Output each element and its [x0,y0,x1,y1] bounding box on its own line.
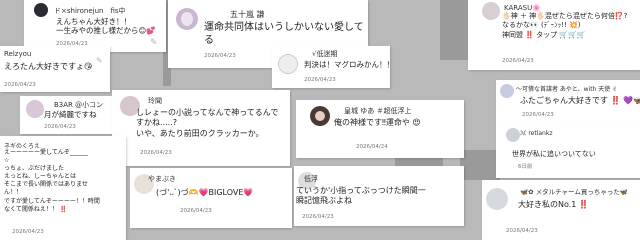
comment-date: 2026/04/24 [356,144,388,150]
comment-date: 2026/04/23 [304,77,336,83]
comment-card[interactable]: 皇城 ゆあ ＃超低浮上 俺の神様です‼︎運命や 😍 2026/04/24 [296,100,464,158]
commenter-name: ℳ retlankz [520,130,553,137]
commenter-name: ド×shironejun fis中 [54,7,126,15]
comment-date: 2026/04/23 [44,124,76,130]
commenter-name: B3AR @小コン [54,101,104,109]
commenter-name: 皇城 ゆあ ＃超低浮上 [344,107,412,115]
comment-text: ていうか'小指ってぶっつけた瞬間一 瞬記憶飛ぶよね [296,186,426,206]
avatar [482,2,500,20]
avatar [176,8,198,30]
comment-text: えんちゃん大好き！！ 一生みやの推し様だから😊💕 [56,17,156,36]
divider [440,0,468,60]
comment-card[interactable]: やまぶき (づ'᎑`)づ🫶💗BIGLOVE💗 2026/04/23 [130,168,292,228]
comment-card[interactable]: KARASU🌸 🖐🏻神 ＋ 神🖐🏻混ぜたら混ぜたら何倍⁉️? なるかな👀 (ﾃﾞ… [468,0,640,70]
comment-card[interactable]: ℳ retlankz 世界が私に追いついてない 6日前 [496,126,640,178]
comment-card[interactable]: ～可憐な首謀者 あやと、with 天使 ✌ ふたごちゃん大好きです ‼️ 💜🦋 … [496,80,640,128]
comment-text: しレょーの小説ってなんで神ってるんですかね.....? いや、あたり前田のクラッ… [136,108,279,138]
commenter-name: 五十嵐 謙 [230,10,265,19]
comment-date: 2026/04/23 [140,150,172,156]
comment-text: 世界が私に追いついてない [512,150,596,158]
commenter-name: Relzyou [4,50,32,58]
comment-text: えーーーーー愛してんぞ______ ☆ っちょ、ぶだけました えっとね、しーちゃ… [4,149,100,213]
commenter-name: 🦋✿ メタルチャーム買っちゃった🦋 [520,188,628,196]
comment-date: 2026/04/23 [180,208,212,214]
comment-card[interactable]: Relzyou えろたん大好きですょ😘 2026/04/23 ✎ [0,46,110,92]
comment-date: 2026/04/23 [204,53,236,59]
share-icon[interactable]: ✎ [150,38,158,48]
comment-date: 2026/04/23 [302,214,334,220]
comment-date: 2026/04/23 [506,228,538,234]
comment-text: 運命共同体はいうしかいない愛してる [204,22,364,46]
commenter-name: 玲聞 [148,97,162,105]
comment-date: 2026/04/23 [502,58,534,64]
comment-text: 大好き私のNo.1 ‼️ [518,200,589,209]
comment-text: えろたん大好きですょ😘 [4,62,93,71]
avatar [310,106,330,126]
divider [460,150,500,180]
comment-date: 6日前 [518,164,533,170]
comment-card[interactable]: ド×shironejun fis中 えんちゃん大好き！！ 一生みやの推し様だから… [24,0,166,52]
comment-date: 2026/04/23 [12,229,44,235]
comment-text: 月が綺麗ですね [44,110,97,119]
comment-card[interactable]: 低浮 ていうか'小指ってぶっつけた瞬間一 瞬記憶飛ぶよね 2026/04/23 [294,166,464,226]
comment-text: ふたごちゃん大好きです ‼️ 💜🦋 🌙 [520,96,640,105]
avatar [486,188,508,210]
avatar [26,100,44,118]
comment-date: 2026/04/23 [522,112,554,118]
commenter-name: KARASU🌸 [504,4,541,12]
commenter-name: 低浮 [304,175,318,183]
comment-card[interactable]: 玲聞 しレょーの小説ってなんで神ってるんですかね.....? いや、あたり前田の… [112,90,290,166]
comment-text: (づ'᎑`)づ🫶💗BIGLOVE💗 [156,188,254,197]
share-icon[interactable]: ✎ [96,56,103,65]
commenter-name: ～可憐な首謀者 あやと、with 天使 ✌ [516,86,618,93]
comment-card[interactable]: √低迷期 判決は！マグロみかん！！！！！！！ 2026/04/23 [272,46,390,88]
avatar [506,128,520,142]
commenter-name: √低迷期 [312,50,338,58]
commenter-name: やまぶき [148,175,176,183]
comment-date: 2026/04/23 [4,82,36,88]
comment-card[interactable]: 🦋✿ メタルチャーム買っちゃった🦋 大好き私のNo.1 ‼️ 2026/04/2… [482,180,640,240]
avatar [34,3,48,17]
comment-card[interactable]: ネギのくろえ えーーーーー愛してんぞ______ ☆ っちょ、ぶだけました えっ… [0,136,126,240]
comment-text: 俺の神様です‼︎運命や 😍 [334,118,421,127]
comment-text: 判決は！マグロみかん！！！！！！！ [304,60,390,69]
avatar [500,84,514,98]
avatar [278,54,298,74]
comment-text: 🖐🏻神 ＋ 神🖐🏻混ぜたら混ぜたら何倍⁉️? なるかな👀 (ﾃﾞｰﾝｯ!! 💥)… [502,12,628,39]
